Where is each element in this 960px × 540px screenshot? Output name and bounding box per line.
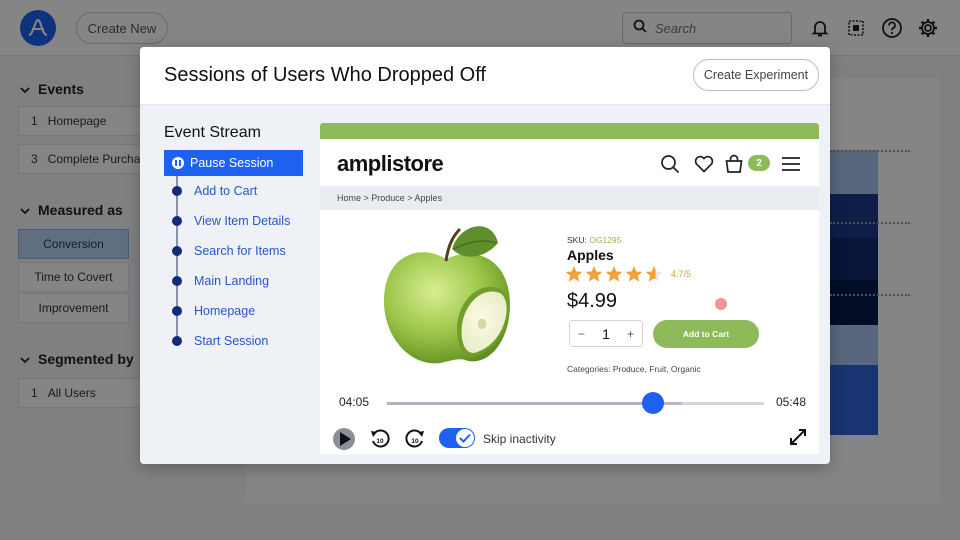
expand-icon: [790, 429, 806, 445]
timeline-dot: [172, 306, 182, 316]
hamburger-menu-icon: [780, 153, 802, 175]
apple-product-image: [360, 219, 550, 379]
current-time: 04:05: [339, 395, 370, 409]
event-item[interactable]: Search for Items: [164, 241, 303, 261]
product-name: Apples: [567, 247, 614, 263]
quantity-stepper: − 1 +: [569, 320, 643, 347]
store-logo: amplistore: [337, 151, 444, 176]
cart-count-badge: 2: [748, 155, 770, 171]
skip-inactivity-toggle[interactable]: [439, 428, 475, 448]
play-button[interactable]: [332, 427, 356, 451]
event-stream-title: Event Stream: [164, 124, 261, 141]
product-sku: SKU: OG1295: [567, 235, 622, 245]
product-price: $4.99: [567, 290, 618, 312]
svg-text:10: 10: [411, 438, 419, 445]
timeline-dot: [172, 246, 182, 256]
product-categories: Categories: Produce, Fruit, Organic: [567, 364, 701, 374]
event-item[interactable]: Add to Cart: [164, 181, 303, 201]
fullscreen-button[interactable]: [786, 425, 810, 449]
session-replay-modal: Sessions of Users Who Dropped Off Create…: [140, 47, 830, 464]
skip-inactivity-label: Skip inactivity: [483, 432, 556, 446]
qty-value: 1: [602, 325, 610, 342]
event-item[interactable]: Homepage: [164, 301, 303, 321]
replay-viewport: amplistore 2 Home > Produce > Apples SKU…: [320, 139, 819, 384]
cart-icon: [723, 153, 745, 175]
star-rating-icon: [565, 266, 663, 282]
product-rating: 4.7/5: [565, 265, 691, 283]
svg-text:10: 10: [376, 438, 384, 445]
event-item[interactable]: Main Landing: [164, 271, 303, 291]
modal-title: Sessions of Users Who Dropped Off: [164, 64, 486, 86]
player-controls: 04:05 05:48 10 10 Skip inactivity: [320, 384, 819, 454]
rewind-icon: 10: [371, 429, 390, 448]
total-time: 05:48: [776, 395, 807, 409]
timeline-dot: [172, 336, 182, 346]
pause-icon: [172, 157, 184, 169]
forward-10-button[interactable]: 10: [403, 427, 427, 451]
rewind-10-button[interactable]: 10: [368, 427, 392, 451]
modal-header: Sessions of Users Who Dropped Off Create…: [140, 47, 830, 105]
scrubber-track[interactable]: [387, 402, 764, 405]
timeline-dot: [172, 216, 182, 226]
timeline-dot: [172, 186, 182, 196]
search-icon: [659, 153, 681, 175]
heart-icon: [693, 153, 715, 175]
store-breadcrumb: Home > Produce > Apples: [320, 186, 819, 210]
replay-header-bar: [320, 123, 819, 139]
play-icon: [333, 428, 355, 450]
add-to-cart-button: Add to Cart: [653, 320, 759, 348]
played-bar: [387, 402, 652, 405]
timeline-dot: [172, 276, 182, 286]
pause-session-button[interactable]: Pause Session: [164, 150, 303, 176]
rating-text: 4.7/5: [671, 269, 692, 279]
check-icon: [456, 429, 474, 447]
event-item[interactable]: Start Session: [164, 331, 303, 351]
forward-icon: 10: [405, 429, 424, 448]
create-experiment-button[interactable]: Create Experiment: [693, 59, 819, 91]
qty-minus: −: [578, 326, 586, 341]
replay-cursor-indicator: [715, 298, 727, 310]
event-item[interactable]: View Item Details: [164, 211, 303, 231]
scrubber-handle[interactable]: [642, 392, 664, 414]
qty-plus: +: [626, 326, 634, 341]
